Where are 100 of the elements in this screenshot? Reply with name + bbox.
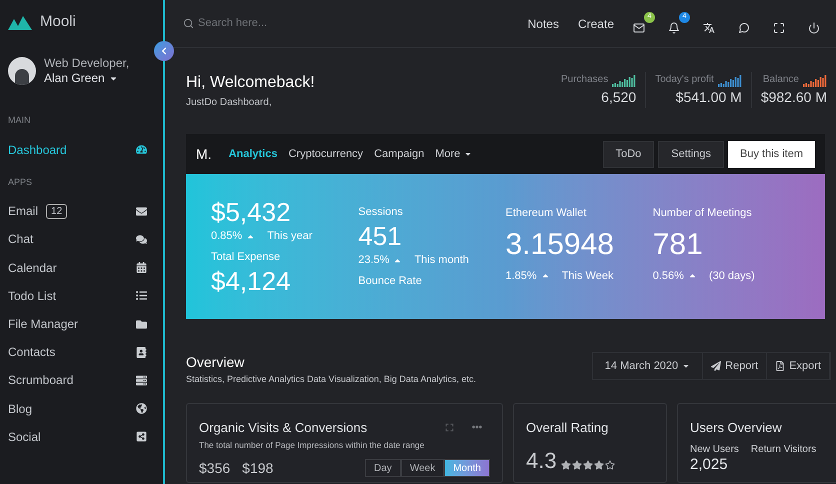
chat-icon bbox=[738, 22, 750, 34]
change-percent: 23.5% bbox=[358, 253, 390, 268]
navbar-brand: M. bbox=[196, 144, 212, 164]
brand-name: Mooli bbox=[40, 12, 76, 32]
item-label: Contacts bbox=[8, 344, 56, 362]
card-title: Organic Visits & Conversions bbox=[199, 418, 368, 437]
filled-star-icon bbox=[594, 460, 604, 470]
board-icon bbox=[136, 374, 147, 386]
stat-value: 781 bbox=[652, 226, 704, 262]
nav-tab[interactable]: Cryptocurrency bbox=[288, 146, 364, 162]
nav-tab[interactable]: Analytics bbox=[228, 146, 278, 162]
change-percent: 0.56% bbox=[652, 268, 684, 284]
fullscreen-icon bbox=[773, 22, 785, 34]
mountain-logo-icon bbox=[8, 14, 32, 30]
section-subtitle: Statistics, Predictive Analytics Data Visualization, Big Data Analytics, etc. bbox=[186, 373, 476, 386]
range-tab[interactable]: Day bbox=[365, 459, 401, 478]
sidebar-item[interactable]: Todo List bbox=[0, 282, 163, 310]
stat-value: $541.00 M bbox=[676, 88, 742, 107]
paper-plane-icon bbox=[711, 361, 722, 371]
period-label: This year bbox=[267, 229, 312, 244]
bell-icon bbox=[668, 22, 680, 34]
item-label: Social bbox=[8, 428, 41, 446]
contact-icon bbox=[136, 346, 147, 358]
sidebar-item[interactable]: Email 12 bbox=[0, 197, 163, 226]
navbar-button[interactable]: Buy this item bbox=[728, 140, 815, 168]
period-label: This Week bbox=[562, 268, 614, 284]
mail-icon bbox=[633, 22, 645, 34]
section-title: Overview bbox=[186, 353, 246, 372]
item-label: Blog bbox=[8, 400, 32, 418]
count-badge: 12 bbox=[46, 204, 68, 219]
stat-label: Sessions bbox=[358, 204, 404, 220]
rating-value: 4.3 bbox=[526, 449, 557, 473]
stat-label: Ethereum Wallet bbox=[506, 206, 588, 221]
sidebar-item[interactable]: Dashboard bbox=[0, 136, 163, 164]
envelope-icon bbox=[136, 206, 147, 217]
stat-value: 451 bbox=[358, 220, 403, 252]
stat-label: Bounce Rate bbox=[358, 274, 423, 289]
stat-label: Total Expense bbox=[211, 250, 282, 264]
avatar-icon bbox=[8, 57, 36, 85]
metric-label: New Users bbox=[690, 445, 739, 455]
sidebar-item[interactable]: Contacts bbox=[0, 338, 163, 366]
card-subtitle: The total number of Page Impressions within the date range bbox=[199, 439, 426, 452]
change-percent: 0.85% bbox=[211, 229, 242, 244]
stat-label: Today's profit bbox=[655, 73, 714, 87]
power-icon bbox=[808, 22, 820, 34]
navbar-button[interactable]: ToDo bbox=[602, 140, 654, 168]
user-name-dropdown[interactable]: Alan Green bbox=[44, 71, 130, 86]
date-dropdown[interactable]: 14 March 2020 bbox=[592, 353, 704, 379]
card-title: Overall Rating bbox=[526, 418, 608, 437]
period-label: (30 days) bbox=[708, 268, 755, 284]
item-label: Todo List bbox=[8, 288, 56, 305]
section-heading: MAIN bbox=[7, 114, 32, 127]
collapse-button[interactable] bbox=[154, 41, 174, 61]
user-role: Web Developer, bbox=[44, 56, 130, 71]
item-label: Calendar bbox=[8, 260, 57, 277]
stat-value: $5,432 bbox=[211, 196, 292, 228]
stat-value: $4,124 bbox=[211, 265, 292, 297]
nav-link[interactable]: Create bbox=[578, 14, 614, 32]
change-percent: 1.85% bbox=[506, 268, 537, 284]
stat-label: Purchases bbox=[560, 73, 608, 87]
welcome-subtitle: JustDo Dashboard, bbox=[186, 96, 273, 110]
item-label: Chat bbox=[8, 231, 34, 248]
item-label: Scrumboard bbox=[8, 372, 74, 390]
filled-star-icon bbox=[560, 460, 571, 470]
caret-icon bbox=[682, 362, 690, 370]
search-icon bbox=[183, 18, 194, 29]
filled-star-icon bbox=[582, 460, 593, 470]
range-tab[interactable]: Week bbox=[400, 459, 444, 478]
search-field[interactable]: Search here... bbox=[198, 15, 348, 32]
sidebar-item[interactable]: File Manager bbox=[0, 310, 163, 338]
stat-value: 3.15948 bbox=[506, 226, 615, 262]
sidebar-item[interactable]: Blog bbox=[0, 394, 163, 423]
share-icon bbox=[136, 431, 147, 442]
item-label: Dashboard bbox=[8, 142, 67, 159]
sidebar-item[interactable]: Calendar bbox=[0, 254, 163, 282]
metric-label: Return Visitors bbox=[750, 445, 816, 455]
sidebar-item[interactable]: Scrumboard bbox=[0, 366, 163, 394]
amount-value: $356 bbox=[199, 458, 230, 478]
action-button[interactable]: Export bbox=[767, 353, 830, 379]
nav-link[interactable]: Notes bbox=[528, 14, 559, 32]
amount-value: $198 bbox=[242, 458, 274, 478]
stat-value: 6,520 bbox=[601, 88, 636, 107]
nav-tab[interactable]: More bbox=[435, 146, 472, 162]
metric-value: 2,025 bbox=[690, 457, 729, 472]
action-button[interactable]: Report bbox=[703, 353, 768, 379]
navbar-button[interactable]: Settings bbox=[658, 140, 724, 168]
dashboard-icon bbox=[136, 144, 147, 156]
sidebar-item[interactable]: Chat bbox=[0, 225, 163, 254]
chat-icon bbox=[136, 234, 147, 245]
stat-value: $982.60 M bbox=[760, 88, 827, 107]
pdf-file-icon bbox=[775, 361, 786, 371]
nav-tab[interactable]: Campaign bbox=[374, 146, 424, 162]
list-icon bbox=[136, 290, 147, 302]
filled-star-icon bbox=[572, 460, 582, 470]
sidebar-item[interactable]: Social bbox=[0, 422, 163, 451]
card-title: Users Overview bbox=[690, 418, 782, 436]
stat-label: Balance bbox=[762, 73, 799, 87]
period-label: This month bbox=[414, 253, 469, 268]
chevron-left-icon bbox=[160, 47, 168, 55]
stat-label: Number of Meetings bbox=[652, 206, 753, 221]
